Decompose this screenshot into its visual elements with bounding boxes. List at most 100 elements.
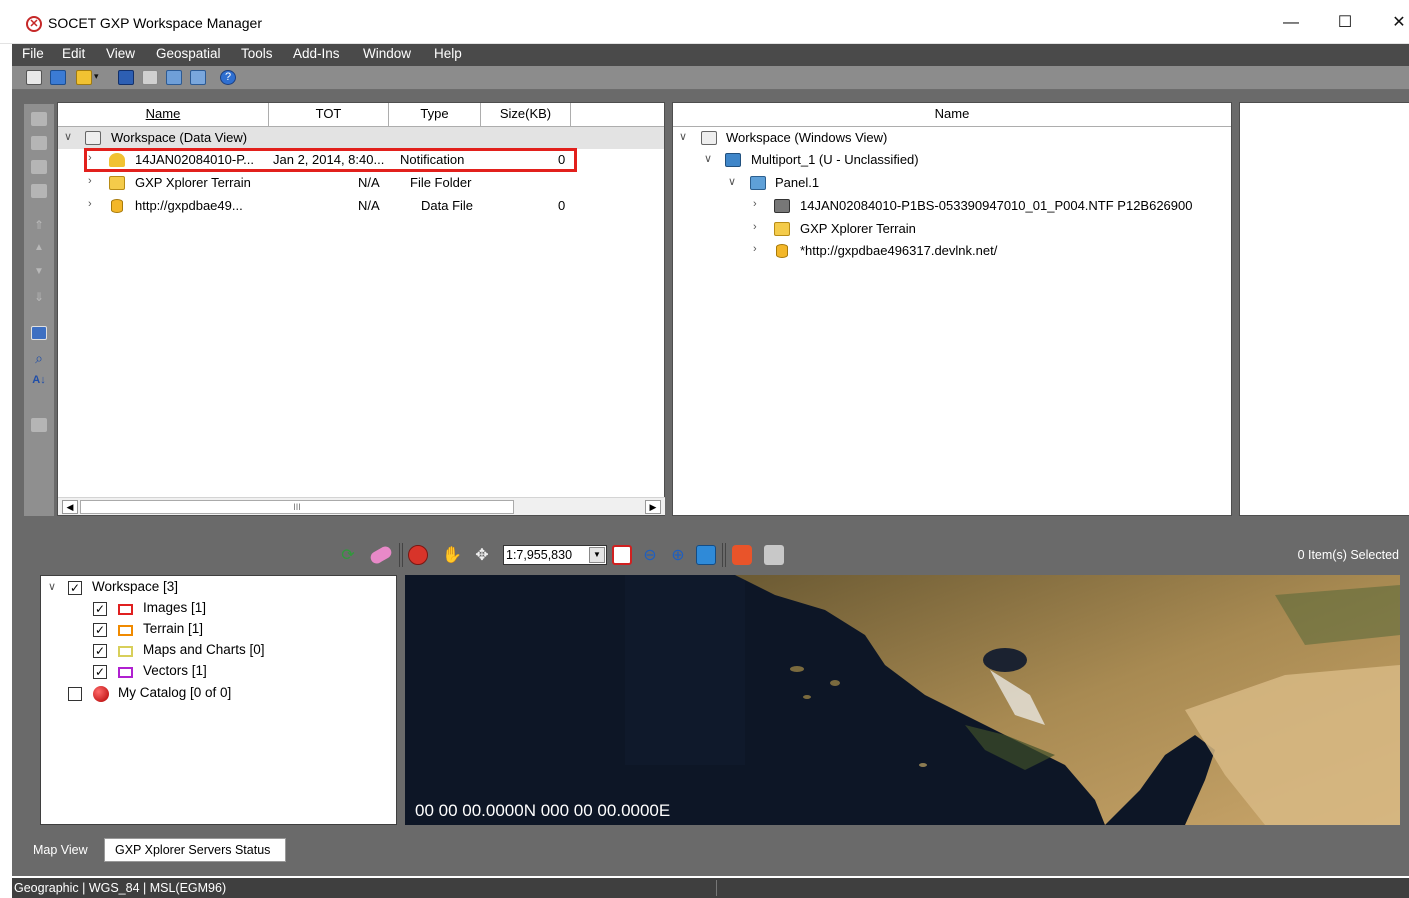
tree-node[interactable]: › GXP Xplorer Terrain — [673, 218, 1231, 240]
table-row[interactable]: › http://gxpdbae49... N/A Data File 0 — [58, 195, 664, 217]
checkbox[interactable]: ✓ — [93, 644, 107, 658]
pan-hand-icon[interactable]: ✋ — [442, 545, 462, 565]
help-icon[interactable]: ? — [220, 70, 236, 85]
tab-map-view[interactable]: Map View — [22, 838, 104, 862]
delete-row-icon[interactable] — [31, 184, 47, 198]
zoom-box-icon[interactable] — [612, 545, 632, 565]
menu-edit[interactable]: Edit — [62, 46, 85, 61]
chevron-right-icon[interactable]: › — [753, 243, 757, 255]
scroll-right-icon[interactable]: ▶ — [645, 500, 661, 514]
zoom-in-icon[interactable]: ⊕ — [668, 545, 688, 565]
insert-row-icon[interactable] — [31, 160, 47, 174]
scroll-thumb[interactable]: III — [80, 500, 514, 514]
chevron-right-icon[interactable]: › — [88, 175, 92, 187]
layer-export-icon[interactable] — [732, 545, 752, 565]
satellite-image — [405, 575, 1400, 825]
layers-panel: ∨ ✓ Workspace [3] ✓ Images [1] ✓ Terrain… — [40, 575, 397, 825]
menu-tools[interactable]: Tools — [241, 46, 273, 61]
checkbox[interactable]: ✓ — [93, 602, 107, 616]
sort-icon[interactable]: A↓ — [31, 374, 47, 388]
tree-node[interactable]: ∨ Workspace (Windows View) — [673, 127, 1231, 149]
menu-help[interactable]: Help — [434, 46, 462, 61]
new-workspace-icon[interactable] — [26, 70, 42, 85]
camera-icon — [774, 199, 790, 213]
tree-node[interactable]: › 14JAN02084010-P1BS-053390947010_01_P00… — [673, 195, 1231, 217]
chevron-down-icon[interactable]: ∨ — [728, 175, 736, 188]
images-swatch — [118, 604, 133, 615]
menu-view[interactable]: View — [106, 46, 135, 61]
app-logo-icon: ✕ — [26, 16, 42, 32]
open-folder-icon[interactable] — [76, 70, 92, 85]
move-up-icon[interactable]: ▲ — [31, 242, 47, 256]
column-header-tot[interactable]: TOT — [269, 103, 389, 127]
chevron-right-icon[interactable]: › — [88, 198, 92, 210]
checkbox[interactable] — [68, 687, 82, 701]
side-toolbar: ⇑ ▲ ▼ ⇓ ⌕ A↓ — [24, 104, 54, 516]
scale-value: 1:7,955,830 — [506, 548, 573, 562]
close-button[interactable]: ✕ — [1376, 8, 1409, 38]
map-canvas[interactable]: 00 00 00.0000N 000 00 00.0000E — [405, 575, 1400, 825]
move-top-icon[interactable]: ⇑ — [31, 218, 47, 232]
map-toolbar: ⟳ ✋ ✥ 1:7,955,830 ▼ ⊖ ⊕ 0 Item(s) Select… — [22, 540, 1409, 572]
move-bottom-icon[interactable]: ⇓ — [31, 290, 47, 304]
checkbox[interactable]: ✓ — [93, 623, 107, 637]
chevron-down-icon[interactable]: ▼ — [589, 547, 605, 563]
chevron-right-icon[interactable]: › — [753, 198, 757, 210]
column-header-size[interactable]: Size(KB) — [481, 103, 571, 127]
search-icon[interactable]: ⌕ — [31, 350, 47, 366]
tree-node[interactable]: ∨ Multiport_1 (U - Unclassified) — [673, 149, 1231, 171]
panel-icon — [750, 176, 766, 190]
folder-icon — [109, 176, 125, 190]
chevron-right-icon[interactable]: › — [753, 221, 757, 233]
full-extent-icon[interactable] — [696, 545, 716, 565]
checkbox[interactable]: ✓ — [68, 581, 82, 595]
column-header-name[interactable]: Name — [673, 103, 1231, 127]
save-icon[interactable] — [118, 70, 134, 85]
copy-icon[interactable] — [142, 70, 158, 85]
table-row[interactable]: › GXP Xplorer Terrain N/A File Folder — [58, 172, 664, 194]
move-cursor-icon[interactable]: ✥ — [472, 545, 492, 565]
globe-icon[interactable] — [408, 545, 428, 565]
eraser-icon[interactable] — [368, 544, 394, 566]
add-column-icon[interactable] — [31, 112, 47, 126]
tree-node[interactable]: ∨ Panel.1 — [673, 172, 1231, 194]
selection-highlight — [84, 148, 577, 172]
properties-icon[interactable] — [166, 70, 182, 85]
chevron-down-icon[interactable]: ∨ — [679, 130, 687, 143]
menu-file[interactable]: File — [22, 46, 44, 61]
workspace-root-row[interactable]: ∨ Workspace (Data View) — [58, 127, 664, 149]
vectors-swatch — [118, 667, 133, 678]
chevron-down-icon[interactable]: ∨ — [704, 152, 712, 165]
checkbox[interactable]: ✓ — [93, 665, 107, 679]
coordinate-readout: 00 00 00.0000N 000 00 00.0000E — [415, 801, 671, 820]
minimize-button[interactable]: — — [1268, 8, 1314, 38]
snapshot-icon[interactable] — [764, 545, 784, 565]
print-icon[interactable] — [31, 418, 47, 432]
database-icon — [111, 199, 123, 213]
move-down-icon[interactable]: ▼ — [31, 266, 47, 280]
maximize-button[interactable]: ☐ — [1322, 8, 1368, 38]
column-header-name[interactable]: Name — [58, 103, 269, 127]
chevron-down-icon[interactable]: ∨ — [64, 130, 72, 143]
zoom-out-icon[interactable]: ⊖ — [640, 545, 660, 565]
horizontal-scrollbar[interactable]: ◀ III ▶ — [58, 497, 665, 515]
scale-select[interactable]: 1:7,955,830 ▼ — [503, 545, 607, 565]
column-header-empty — [571, 103, 664, 127]
column-header-type[interactable]: Type — [389, 103, 481, 127]
workspace-icon — [701, 131, 717, 145]
menu-geospatial[interactable]: Geospatial — [156, 46, 221, 61]
chevron-down-icon[interactable]: ∨ — [48, 580, 56, 593]
dropdown-arrow-icon[interactable]: ▾ — [94, 71, 102, 86]
refresh-icon[interactable]: ⟳ — [338, 545, 358, 565]
scroll-left-icon[interactable]: ◀ — [62, 500, 78, 514]
menu-window[interactable]: Window — [363, 46, 411, 61]
remove-column-icon[interactable] — [31, 136, 47, 150]
layer-label: My Catalog [0 of 0] — [118, 685, 232, 700]
tab-gxp-xplorer-servers-status[interactable]: GXP Xplorer Servers Status — [104, 838, 286, 862]
main-toolbar: ▾ ? — [12, 66, 1409, 90]
tree-node[interactable]: › *http://gxpdbae496317.devlnk.net/ — [673, 240, 1231, 262]
table-view-icon[interactable] — [31, 326, 47, 340]
menu-add-ins[interactable]: Add-Ins — [293, 46, 340, 61]
export-icon[interactable] — [190, 70, 206, 85]
new-image-icon[interactable] — [50, 70, 66, 85]
